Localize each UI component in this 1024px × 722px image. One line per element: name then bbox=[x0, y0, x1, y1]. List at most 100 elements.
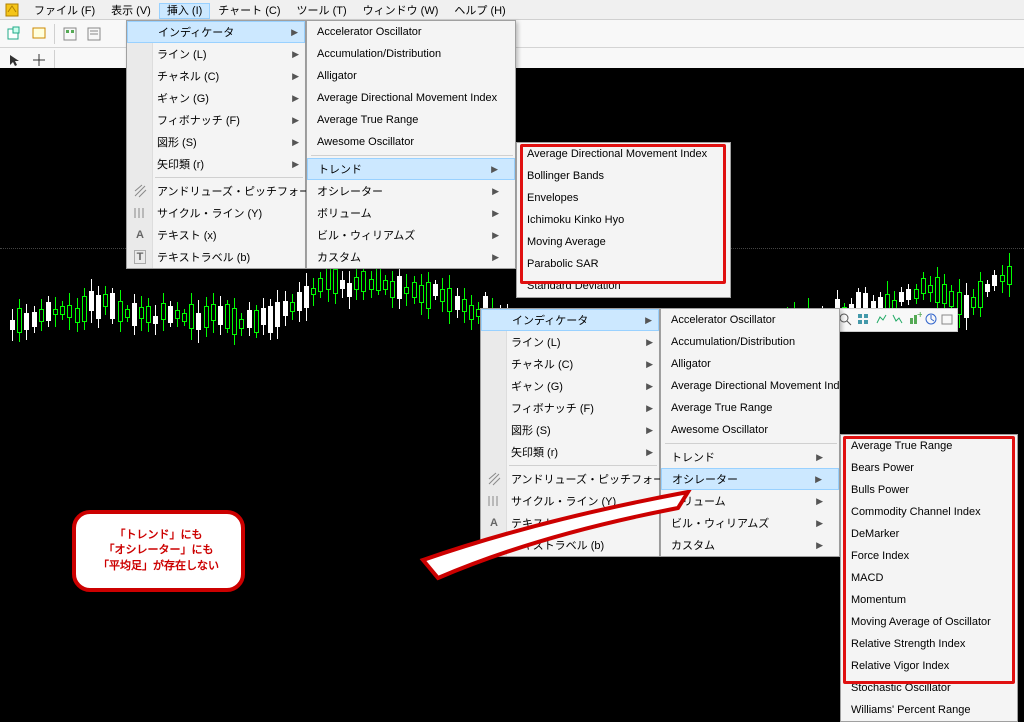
oscillator-label: Bears Power bbox=[851, 462, 1001, 474]
indicator-item[interactable]: Average Directional Movement Index bbox=[661, 375, 839, 397]
menu-item[interactable]: チャネル (C)▶ bbox=[127, 65, 305, 87]
oscillator-item[interactable]: MACD bbox=[841, 567, 1017, 589]
trend-item[interactable]: Standard Deviation bbox=[517, 275, 730, 297]
oscillator-item[interactable]: Moving Average of Oscillator bbox=[841, 611, 1017, 633]
trend-item[interactable]: Envelopes bbox=[517, 187, 730, 209]
menubar-item[interactable]: チャート (C) bbox=[210, 3, 288, 19]
zoom-in-button[interactable] bbox=[838, 312, 852, 329]
indicator-menu: Accelerator OscillatorAccumulation/Distr… bbox=[306, 20, 516, 269]
indicator-item[interactable]: Accelerator Oscillator bbox=[661, 309, 839, 331]
candlestick bbox=[261, 298, 266, 335]
menu-item[interactable]: ライン (L)▶ bbox=[127, 43, 305, 65]
period-button[interactable] bbox=[924, 312, 938, 329]
candlestick bbox=[978, 272, 983, 317]
candlestick bbox=[1000, 265, 1005, 293]
candlestick bbox=[168, 301, 173, 327]
menubar-item[interactable]: 挿入 (I) bbox=[159, 3, 210, 19]
indicator-category[interactable]: ボリューム▶ bbox=[307, 202, 515, 224]
oscillator-item[interactable]: Relative Vigor Index bbox=[841, 655, 1017, 677]
menu-item[interactable]: ライン (L)▶ bbox=[481, 331, 659, 353]
oscillator-item[interactable]: Momentum bbox=[841, 589, 1017, 611]
oscillator-item[interactable]: Average True Range bbox=[841, 435, 1017, 457]
indicator-category[interactable]: ビル・ウィリアムズ▶ bbox=[307, 224, 515, 246]
menu-item[interactable]: アンドリューズ・ピッチフォーク (A) bbox=[481, 468, 659, 490]
trend-item[interactable]: Moving Average bbox=[517, 231, 730, 253]
menu-label: インディケータ bbox=[512, 312, 639, 328]
oscillator-item[interactable]: Bulls Power bbox=[841, 479, 1017, 501]
oscillator-item[interactable]: Williams' Percent Range bbox=[841, 699, 1017, 721]
menu-item[interactable]: 図形 (S)▶ bbox=[127, 131, 305, 153]
candlestick bbox=[985, 280, 990, 297]
tile-button[interactable] bbox=[856, 312, 870, 329]
blank-icon bbox=[484, 356, 504, 372]
trend-item[interactable]: Parabolic SAR bbox=[517, 253, 730, 275]
menu-item[interactable]: フィボナッチ (F)▶ bbox=[481, 397, 659, 419]
indicator-item[interactable]: Average Directional Movement Index bbox=[307, 87, 515, 109]
menubar-item[interactable]: ヘルプ (H) bbox=[446, 3, 513, 19]
menu-item[interactable]: 矢印類 (r)▶ bbox=[127, 153, 305, 175]
indicator-item[interactable]: Accumulation/Distribution bbox=[661, 331, 839, 353]
menu-item[interactable]: チャネル (C)▶ bbox=[481, 353, 659, 375]
annotation-text: 「トレンド」にも 「オシレーター」にも 「平均足」が存在しない bbox=[98, 528, 219, 574]
menubar-item[interactable]: ファイル (F) bbox=[26, 3, 103, 19]
menu-item[interactable]: フィボナッチ (F)▶ bbox=[127, 109, 305, 131]
menubar-item[interactable]: ツール (T) bbox=[289, 3, 355, 19]
new-chart-button[interactable] bbox=[4, 23, 26, 45]
indicator-item[interactable]: Awesome Oscillator bbox=[661, 419, 839, 441]
candlestick bbox=[103, 286, 108, 315]
submenu-arrow-icon: ▶ bbox=[816, 452, 823, 463]
market-watch-button[interactable] bbox=[59, 23, 81, 45]
menubar-item[interactable]: 表示 (V) bbox=[103, 3, 159, 19]
menu-item[interactable]: ギャン (G)▶ bbox=[127, 87, 305, 109]
indicator-category[interactable]: オシレーター▶ bbox=[661, 468, 839, 490]
indicator-item[interactable]: Alligator bbox=[661, 353, 839, 375]
menu-item[interactable]: インディケータ▶ bbox=[481, 309, 659, 331]
oscillator-item[interactable]: Bears Power bbox=[841, 457, 1017, 479]
indicator-category[interactable]: トレンド▶ bbox=[661, 446, 839, 468]
text-t-icon: T bbox=[130, 249, 150, 265]
templates-button[interactable] bbox=[940, 312, 954, 329]
indicator-category[interactable]: カスタム▶ bbox=[307, 246, 515, 268]
indicator-item[interactable]: Accelerator Oscillator bbox=[307, 21, 515, 43]
indicator-item[interactable]: Average True Range bbox=[661, 397, 839, 419]
navigator-button[interactable] bbox=[83, 23, 105, 45]
menu-item[interactable]: サイクル・ライン (Y) bbox=[127, 202, 305, 224]
submenu-arrow-icon: ▶ bbox=[646, 359, 653, 370]
indicator-item[interactable]: Average True Range bbox=[307, 109, 515, 131]
menu-item[interactable]: アンドリューズ・ピッチフォーク (A) bbox=[127, 180, 305, 202]
indicator-item[interactable]: Alligator bbox=[307, 65, 515, 87]
menu-item[interactable]: Tテキストラベル (b) bbox=[127, 246, 305, 268]
oscillator-item[interactable]: Stochastic Oscillator bbox=[841, 677, 1017, 699]
oscillator-item[interactable]: Relative Strength Index bbox=[841, 633, 1017, 655]
menu-item[interactable]: ギャン (G)▶ bbox=[481, 375, 659, 397]
trend-label: Moving Average bbox=[527, 236, 714, 248]
oscillator-item[interactable]: Commodity Channel Index bbox=[841, 501, 1017, 523]
menu-label: インディケータ bbox=[158, 24, 285, 40]
chart-shift-button[interactable] bbox=[874, 312, 888, 329]
trend-item[interactable]: Ichimoku Kinko Hyo bbox=[517, 209, 730, 231]
oscillator-item[interactable]: DeMarker bbox=[841, 523, 1017, 545]
submenu-arrow-icon: ▶ bbox=[815, 474, 822, 485]
category-label: トレンド bbox=[318, 161, 485, 177]
menu-item[interactable]: 図形 (S)▶ bbox=[481, 419, 659, 441]
trend-item[interactable]: Bollinger Bands bbox=[517, 165, 730, 187]
indicator-category[interactable]: オシレーター▶ bbox=[307, 180, 515, 202]
candlestick bbox=[125, 305, 130, 323]
candlestick bbox=[275, 290, 280, 340]
menu-item[interactable]: 矢印類 (r)▶ bbox=[481, 441, 659, 463]
trend-item[interactable]: Average Directional Movement Index bbox=[517, 143, 730, 165]
menu-item[interactable]: Aテキスト (x) bbox=[127, 224, 305, 246]
oscillator-label: Commodity Channel Index bbox=[851, 506, 1001, 518]
indicator-item[interactable]: Accumulation/Distribution bbox=[307, 43, 515, 65]
menubar-item[interactable]: ウィンドウ (W) bbox=[355, 3, 447, 19]
profiles-button[interactable] bbox=[28, 23, 50, 45]
auto-scroll-button[interactable] bbox=[890, 312, 904, 329]
indicator-category[interactable]: トレンド▶ bbox=[307, 158, 515, 180]
indicator-item[interactable]: Awesome Oscillator bbox=[307, 131, 515, 153]
indicators-button[interactable]: + bbox=[908, 312, 922, 329]
menu-item[interactable]: インディケータ▶ bbox=[127, 21, 305, 43]
submenu-arrow-icon: ▶ bbox=[492, 208, 499, 219]
oscillator-item[interactable]: Force Index bbox=[841, 545, 1017, 567]
svg-text:+: + bbox=[917, 312, 922, 321]
candlestick bbox=[1007, 253, 1012, 297]
